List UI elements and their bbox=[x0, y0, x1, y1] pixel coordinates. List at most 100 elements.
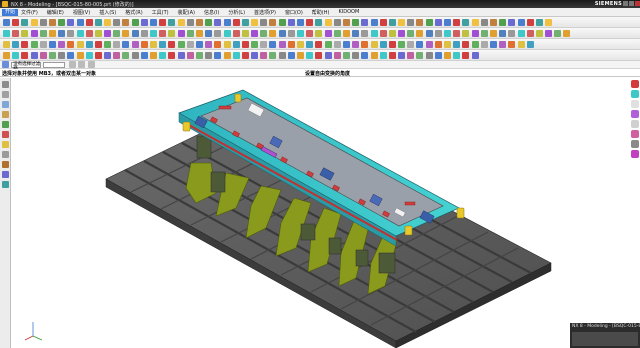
menu-insert[interactable]: 插入(S) bbox=[99, 9, 116, 16]
toolbar-tool-icon[interactable] bbox=[232, 51, 240, 59]
toolbar-tool-icon[interactable] bbox=[39, 40, 47, 48]
toolbar-tool-icon[interactable] bbox=[150, 29, 157, 37]
toolbar-tool-icon[interactable] bbox=[205, 29, 213, 37]
toolbar-tool-icon[interactable] bbox=[131, 51, 139, 59]
toolbar-tool-icon[interactable] bbox=[324, 40, 332, 48]
toolbar-tool-icon[interactable] bbox=[306, 51, 314, 59]
roles-icon[interactable] bbox=[2, 171, 9, 178]
selection-scope-dropdown[interactable] bbox=[43, 61, 66, 68]
toolbar-tool-icon[interactable] bbox=[205, 40, 213, 48]
snap-view-icon[interactable] bbox=[631, 120, 639, 128]
menu-icon[interactable] bbox=[2, 61, 9, 68]
toolbar-tool-icon[interactable] bbox=[269, 18, 277, 26]
toolbar-tool-icon[interactable] bbox=[361, 40, 369, 48]
toolbar-tool-icon[interactable] bbox=[94, 29, 102, 37]
toolbar-tool-icon[interactable] bbox=[186, 29, 194, 37]
toolbar-tool-icon[interactable] bbox=[278, 40, 286, 48]
menu-tools[interactable]: 工具(T) bbox=[152, 9, 169, 16]
toolbar-tool-icon[interactable] bbox=[241, 29, 249, 37]
toolbar-tool-icon[interactable] bbox=[499, 40, 507, 48]
toolbar-tool-icon[interactable] bbox=[333, 40, 341, 48]
toolbar-tool-icon[interactable] bbox=[94, 40, 102, 48]
toolbar-tool-icon[interactable] bbox=[214, 29, 222, 37]
toolbar-tool-icon[interactable] bbox=[517, 29, 525, 37]
constraint-navigator-icon[interactable] bbox=[2, 91, 9, 98]
toolbar-tool-icon[interactable] bbox=[462, 18, 470, 26]
toolbar-tool-icon[interactable] bbox=[48, 51, 56, 59]
toolbar-tool-icon[interactable] bbox=[269, 51, 277, 59]
nx-thumbnail-window[interactable]: NX 8 - Modeling - [BSQC-015-80 bbox=[570, 323, 640, 348]
toolbar-tool-icon[interactable] bbox=[85, 29, 93, 37]
toolbar-tool-icon[interactable] bbox=[48, 40, 56, 48]
toolbar-tool-icon[interactable] bbox=[297, 18, 304, 26]
toolbar-tool-icon[interactable] bbox=[306, 40, 314, 48]
toolbar-tool-icon[interactable] bbox=[499, 29, 507, 37]
toolbar-tool-icon[interactable] bbox=[370, 51, 378, 59]
toolbar-tool-icon[interactable] bbox=[21, 40, 29, 48]
toolbar-tool-icon[interactable] bbox=[361, 51, 369, 59]
toolbar-tool-icon[interactable] bbox=[517, 18, 525, 26]
toolbar-tool-icon[interactable] bbox=[342, 18, 350, 26]
toolbar-tool-icon[interactable] bbox=[388, 51, 396, 59]
toolbar-tool-icon[interactable] bbox=[48, 29, 56, 37]
toolbar-tool-icon[interactable] bbox=[434, 29, 442, 37]
toolbar-tool-icon[interactable] bbox=[361, 29, 369, 37]
toolbar-tool-icon[interactable] bbox=[315, 51, 323, 59]
toolbar-tool-icon[interactable] bbox=[67, 18, 75, 26]
graphics-window[interactable] bbox=[11, 78, 630, 348]
toolbar-tool-icon[interactable] bbox=[241, 18, 249, 26]
toolbar-tool-icon[interactable] bbox=[223, 18, 231, 26]
toolbar-tool-icon[interactable] bbox=[131, 29, 139, 37]
toolbar-tool-icon[interactable] bbox=[140, 40, 148, 48]
toolbar-tool-icon[interactable] bbox=[545, 18, 553, 26]
toolbar-tool-icon[interactable] bbox=[67, 29, 75, 37]
toolbar-tool-icon[interactable] bbox=[159, 18, 167, 26]
toolbar-tool-icon[interactable] bbox=[241, 40, 249, 48]
toolbar-tool-icon[interactable] bbox=[508, 18, 516, 26]
toolbar-tool-icon[interactable] bbox=[462, 51, 470, 59]
toolbar-tool-icon[interactable] bbox=[186, 18, 194, 26]
toolbar-tool-icon[interactable] bbox=[453, 18, 461, 26]
toolbar-tool-icon[interactable] bbox=[278, 29, 286, 37]
toolbar-tool-icon[interactable] bbox=[76, 40, 84, 48]
toolbar-tool-icon[interactable] bbox=[113, 40, 121, 48]
toolbar-tool-icon[interactable] bbox=[287, 29, 295, 37]
toolbar-tool-icon[interactable] bbox=[140, 18, 148, 26]
toolbar-tool-icon[interactable] bbox=[287, 40, 295, 48]
toolbar-tool-icon[interactable] bbox=[425, 40, 433, 48]
toolbar-tool-icon[interactable] bbox=[195, 51, 203, 59]
toolbar-tool-icon[interactable] bbox=[554, 29, 562, 37]
maximize-button[interactable] bbox=[629, 1, 634, 6]
toolbar-tool-icon[interactable] bbox=[232, 40, 240, 48]
toolbar-tool-icon[interactable] bbox=[315, 29, 323, 37]
toolbar-tool-icon[interactable] bbox=[177, 51, 185, 59]
toolbar-tool-icon[interactable] bbox=[223, 40, 231, 48]
menu-file[interactable]: 文件(F) bbox=[21, 9, 38, 16]
toolbar-tool-icon[interactable] bbox=[104, 29, 112, 37]
toolbar-tool-icon[interactable] bbox=[186, 40, 194, 48]
toolbar-tool-icon[interactable] bbox=[563, 29, 571, 37]
toolbar-tool-icon[interactable] bbox=[342, 40, 350, 48]
toolbar-tool-icon[interactable] bbox=[517, 40, 525, 48]
toolbar-tool-icon[interactable] bbox=[416, 29, 424, 37]
toolbar-tool-icon[interactable] bbox=[287, 51, 295, 59]
menu-analysis[interactable]: 分析(L) bbox=[228, 9, 245, 16]
toolbar-tool-icon[interactable] bbox=[232, 29, 240, 37]
toolbar-tool-icon[interactable] bbox=[131, 18, 139, 26]
toolbar-tool-icon[interactable] bbox=[535, 18, 543, 26]
toolbar-tool-icon[interactable] bbox=[113, 18, 121, 26]
toolbar-tool-icon[interactable] bbox=[425, 29, 433, 37]
toolbar-tool-icon[interactable] bbox=[3, 29, 10, 37]
toolbar-tool-icon[interactable] bbox=[58, 51, 66, 59]
toolbar-tool-icon[interactable] bbox=[195, 40, 203, 48]
toolbar-tool-icon[interactable] bbox=[526, 29, 534, 37]
toolbar-tool-icon[interactable] bbox=[177, 29, 185, 37]
reuse-library-icon[interactable] bbox=[2, 111, 9, 118]
toolbar-tool-icon[interactable] bbox=[324, 51, 332, 59]
toolbar-tool-icon[interactable] bbox=[306, 18, 314, 26]
toolbar-tool-icon[interactable] bbox=[425, 18, 433, 26]
type-filter-dropdown[interactable]: 没有选择过滤器 bbox=[11, 61, 42, 70]
layer-icon[interactable] bbox=[631, 110, 639, 118]
toolbar-tool-icon[interactable] bbox=[471, 51, 479, 59]
toolbar-tool-icon[interactable] bbox=[195, 29, 203, 37]
